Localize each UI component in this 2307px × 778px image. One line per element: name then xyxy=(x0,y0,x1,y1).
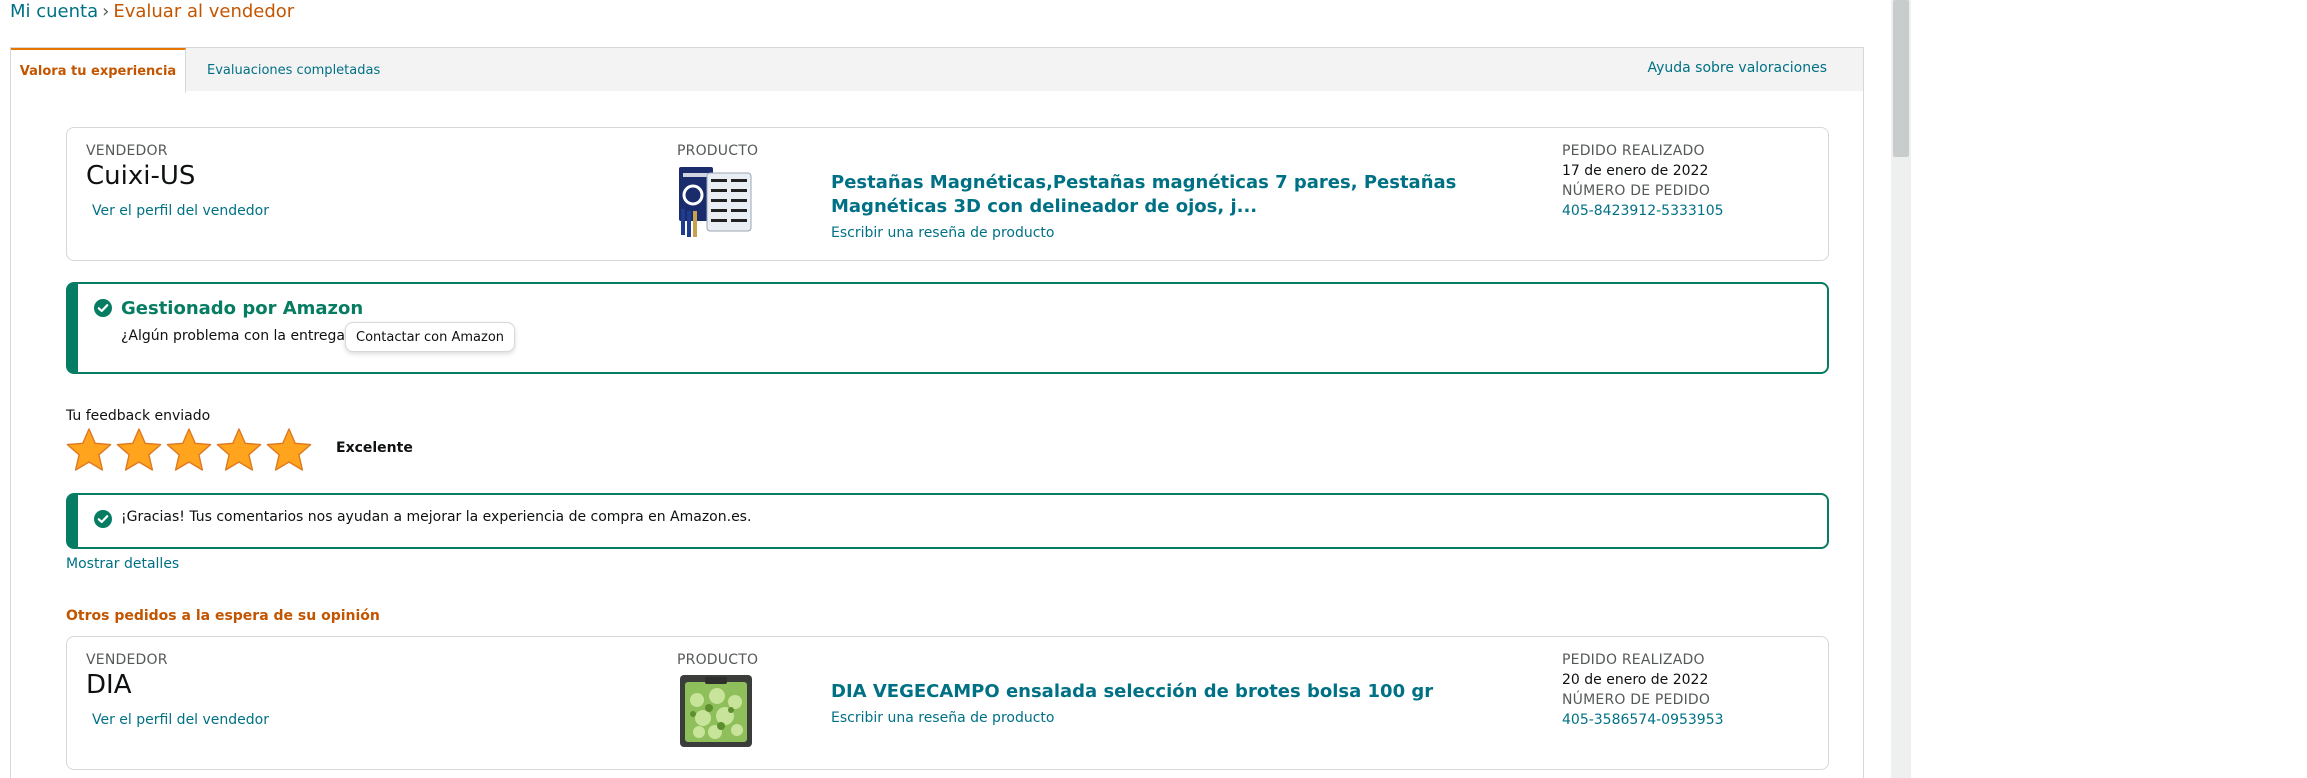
breadcrumb: Mi cuenta › Evaluar al vendedor xyxy=(10,1,294,22)
write-product-review-link[interactable]: Escribir una reseña de producto xyxy=(831,225,1054,241)
seller-name: DIA xyxy=(86,670,132,700)
order-card: VENDEDOR DIA Ver el perfil del vendedor … xyxy=(66,636,1829,770)
rating-text: Excelente xyxy=(336,440,413,456)
product-image[interactable] xyxy=(677,163,755,241)
order-number-link[interactable]: 405-8423912-5333105 xyxy=(1562,203,1724,219)
ratings-help-link[interactable]: Ayuda sobre valoraciones xyxy=(1647,46,1827,90)
contact-amazon-button[interactable]: Contactar con Amazon xyxy=(345,322,516,352)
star-icon[interactable] xyxy=(116,427,162,473)
write-product-review-link[interactable]: Escribir una reseña de producto xyxy=(831,710,1054,726)
order-card: VENDEDOR Cuixi-US Ver el perfil del vend… xyxy=(66,127,1829,261)
seller-label: VENDEDOR xyxy=(86,143,168,159)
thanks-message: ¡Gracias! Tus comentarios nos ayudan a m… xyxy=(121,509,752,525)
star-icon[interactable] xyxy=(266,427,312,473)
delivery-problem-question: ¿Algún problema con la entrega? xyxy=(121,328,353,344)
order-number-label: NÚMERO DE PEDIDO xyxy=(1562,692,1711,708)
order-number-link[interactable]: 405-3586574-0953953 xyxy=(1562,712,1724,728)
order-date: 20 de enero de 2022 xyxy=(1562,672,1709,688)
show-details-link[interactable]: Mostrar detalles xyxy=(66,556,179,572)
other-orders-heading: Otros pedidos a la espera de su opinión xyxy=(66,608,380,624)
managed-by-amazon-box: Gestionado por Amazon ¿Algún problema co… xyxy=(66,282,1829,374)
star-icon[interactable] xyxy=(66,427,112,473)
order-placed-label: PEDIDO REALIZADO xyxy=(1562,652,1705,668)
tabs-bar: Valora tu experiencia Evaluaciones compl… xyxy=(10,46,1864,93)
main-content: VENDEDOR Cuixi-US Ver el perfil del vend… xyxy=(10,91,1864,778)
order-date: 17 de enero de 2022 xyxy=(1562,163,1709,179)
managed-by-amazon-title: Gestionado por Amazon xyxy=(121,298,364,319)
breadcrumb-account-link[interactable]: Mi cuenta xyxy=(10,1,98,22)
thanks-box: ¡Gracias! Tus comentarios nos ayudan a m… xyxy=(66,493,1829,549)
seller-profile-link[interactable]: Ver el perfil del vendedor xyxy=(92,712,269,728)
order-number-label: NÚMERO DE PEDIDO xyxy=(1562,183,1711,199)
scrollbar-thumb[interactable] xyxy=(1893,0,1909,157)
star-icon[interactable] xyxy=(216,427,262,473)
check-circle-icon xyxy=(94,299,112,317)
order-placed-label: PEDIDO REALIZADO xyxy=(1562,143,1705,159)
check-circle-icon xyxy=(94,510,112,528)
seller-profile-link[interactable]: Ver el perfil del vendedor xyxy=(92,203,269,219)
tab-rate-experience[interactable]: Valora tu experiencia xyxy=(11,48,186,93)
product-label: PRODUCTO xyxy=(677,143,759,159)
seller-label: VENDEDOR xyxy=(86,652,168,668)
star-rating xyxy=(66,427,312,473)
star-icon[interactable] xyxy=(166,427,212,473)
feedback-submitted-label: Tu feedback enviado xyxy=(66,408,211,424)
seller-name: Cuixi-US xyxy=(86,161,196,191)
breadcrumb-current: Evaluar al vendedor xyxy=(113,1,295,22)
breadcrumb-separator: › xyxy=(102,1,110,22)
product-title-link[interactable]: Pestañas Magnéticas,Pestañas magnéticas … xyxy=(831,171,1461,219)
product-label: PRODUCTO xyxy=(677,652,759,668)
tab-completed-ratings[interactable]: Evaluaciones completadas xyxy=(207,48,380,92)
product-title-link[interactable]: DIA VEGECAMPO ensalada selección de brot… xyxy=(831,680,1461,704)
product-image[interactable] xyxy=(677,672,755,750)
